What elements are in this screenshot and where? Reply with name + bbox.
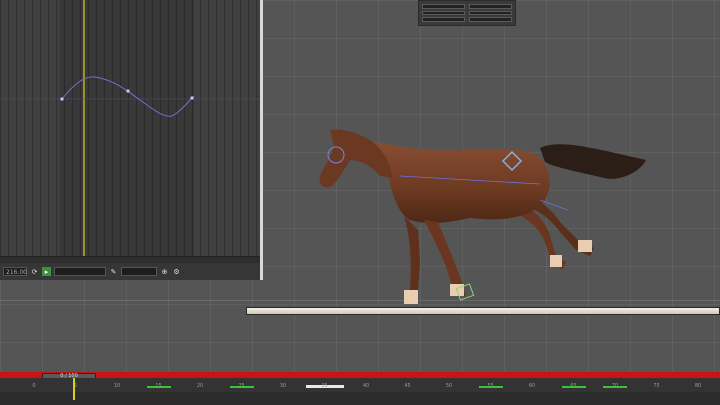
- timeline-tick-label: 35: [321, 383, 328, 389]
- curve-area[interactable]: [0, 0, 260, 256]
- graph-editor-panel[interactable]: 216.00 ⟳ ▸ ✎ ⊕ ⚙: [0, 0, 263, 280]
- curve-key[interactable]: [60, 97, 64, 101]
- settings-icon[interactable]: ⚙: [172, 267, 181, 276]
- curve-key[interactable]: [126, 89, 130, 93]
- timeline-keyframe[interactable]: [478, 386, 503, 388]
- graph-scrollbar[interactable]: [0, 256, 260, 263]
- timeline-ruler[interactable]: 05101520253035404550556065707580: [0, 378, 720, 392]
- timeline-tick-label: 10: [113, 383, 121, 389]
- timeline-keyframe[interactable]: [229, 386, 254, 388]
- animation-curve[interactable]: [0, 0, 260, 256]
- timeline-tick-label: 0: [32, 383, 36, 389]
- horse-hoof: [550, 255, 562, 267]
- curve-path[interactable]: [61, 76, 195, 117]
- timeline-playhead[interactable]: [73, 378, 75, 400]
- timeline[interactable]: 0 / 100 05101520253035404550556065707580: [0, 372, 720, 405]
- horse-tail: [540, 144, 646, 179]
- value-field[interactable]: [54, 267, 106, 276]
- curve-tool-icon[interactable]: ✎: [109, 267, 118, 276]
- timeline-keyframe[interactable]: [561, 386, 586, 388]
- timeline-tick-label: 30: [279, 383, 287, 389]
- key-icon[interactable]: ▸: [42, 267, 51, 276]
- timeline-tick-label: 80: [694, 383, 702, 389]
- timeline-tick-label: 75: [653, 383, 660, 389]
- frame-field[interactable]: 216.00: [3, 267, 27, 276]
- timeline-tick-label: 60: [528, 383, 536, 389]
- sync-icon[interactable]: ⟳: [30, 267, 39, 276]
- timeline-tick-label: 50: [445, 383, 453, 389]
- timeline-keyframe[interactable]: [146, 386, 171, 388]
- horse-hoof: [404, 290, 418, 304]
- zoom-icon[interactable]: ⊕: [160, 267, 169, 276]
- horse-head: [319, 129, 392, 188]
- ground-plane: [246, 307, 720, 315]
- timeline-keyframe[interactable]: [603, 386, 627, 388]
- timeline-tick-label: 45: [404, 383, 411, 389]
- timeline-track[interactable]: [0, 392, 720, 405]
- curve-key[interactable]: [190, 96, 194, 100]
- graph-toolbar[interactable]: 216.00 ⟳ ▸ ✎ ⊕ ⚙: [0, 263, 260, 280]
- timeline-tick-label: 20: [196, 383, 204, 389]
- horse-hoof: [578, 240, 592, 252]
- tangent-field[interactable]: [121, 267, 157, 276]
- timeline-tick-label: 40: [362, 383, 370, 389]
